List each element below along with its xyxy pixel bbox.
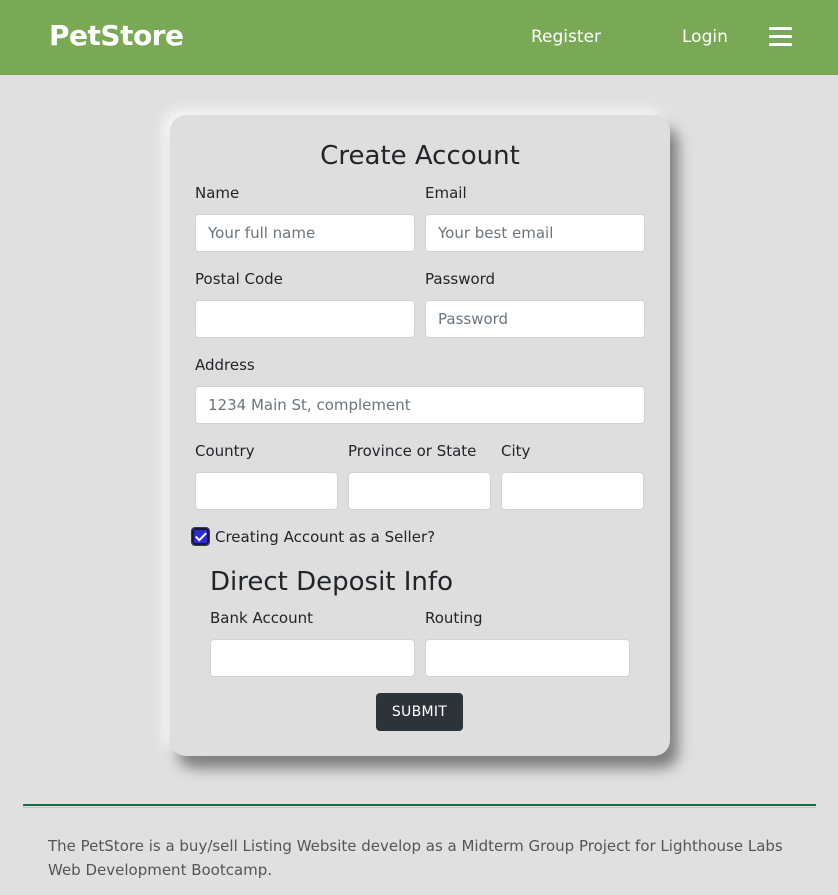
bank-account-input[interactable]: [210, 639, 415, 677]
hamburger-bar: [769, 43, 792, 46]
footer-divider-secondary: [23, 807, 816, 808]
seller-checkbox[interactable]: [191, 527, 210, 546]
hamburger-bar: [769, 35, 792, 38]
navbar: PetStore Register Login: [0, 0, 838, 75]
bank-account-label: Bank Account: [210, 609, 314, 627]
province-label: Province or State: [348, 442, 477, 460]
email-label: Email: [425, 184, 467, 202]
footer-text: The PetStore is a buy/sell Listing Websi…: [48, 837, 783, 879]
province-input[interactable]: [348, 472, 491, 510]
create-account-card: Create Account Name Email Postal Code Pa…: [170, 115, 670, 756]
hamburger-bar: [769, 27, 792, 30]
postal-code-input[interactable]: [195, 300, 415, 338]
email-input[interactable]: [425, 214, 645, 252]
name-input[interactable]: [195, 214, 415, 252]
brand-logo[interactable]: PetStore: [49, 19, 184, 52]
register-link[interactable]: Register: [531, 27, 601, 47]
form-title: Create Account: [320, 141, 520, 171]
postal-code-label: Postal Code: [195, 270, 283, 288]
password-label: Password: [425, 270, 496, 288]
password-input[interactable]: [425, 300, 645, 338]
address-input[interactable]: [195, 386, 645, 424]
name-label: Name: [195, 184, 240, 202]
submit-button[interactable]: SUBMIT: [376, 693, 463, 731]
country-label: Country: [195, 442, 255, 460]
hamburger-menu-icon[interactable]: [769, 27, 792, 47]
direct-deposit-title: Direct Deposit Info: [210, 567, 453, 597]
country-input[interactable]: [195, 472, 338, 510]
seller-checkbox-label[interactable]: Creating Account as a Seller?: [215, 528, 435, 546]
city-label: City: [501, 442, 531, 460]
footer-divider: [23, 804, 816, 806]
routing-label: Routing: [425, 609, 483, 627]
address-label: Address: [195, 356, 255, 374]
login-link[interactable]: Login: [682, 27, 728, 47]
city-input[interactable]: [501, 472, 644, 510]
routing-input[interactable]: [425, 639, 630, 677]
